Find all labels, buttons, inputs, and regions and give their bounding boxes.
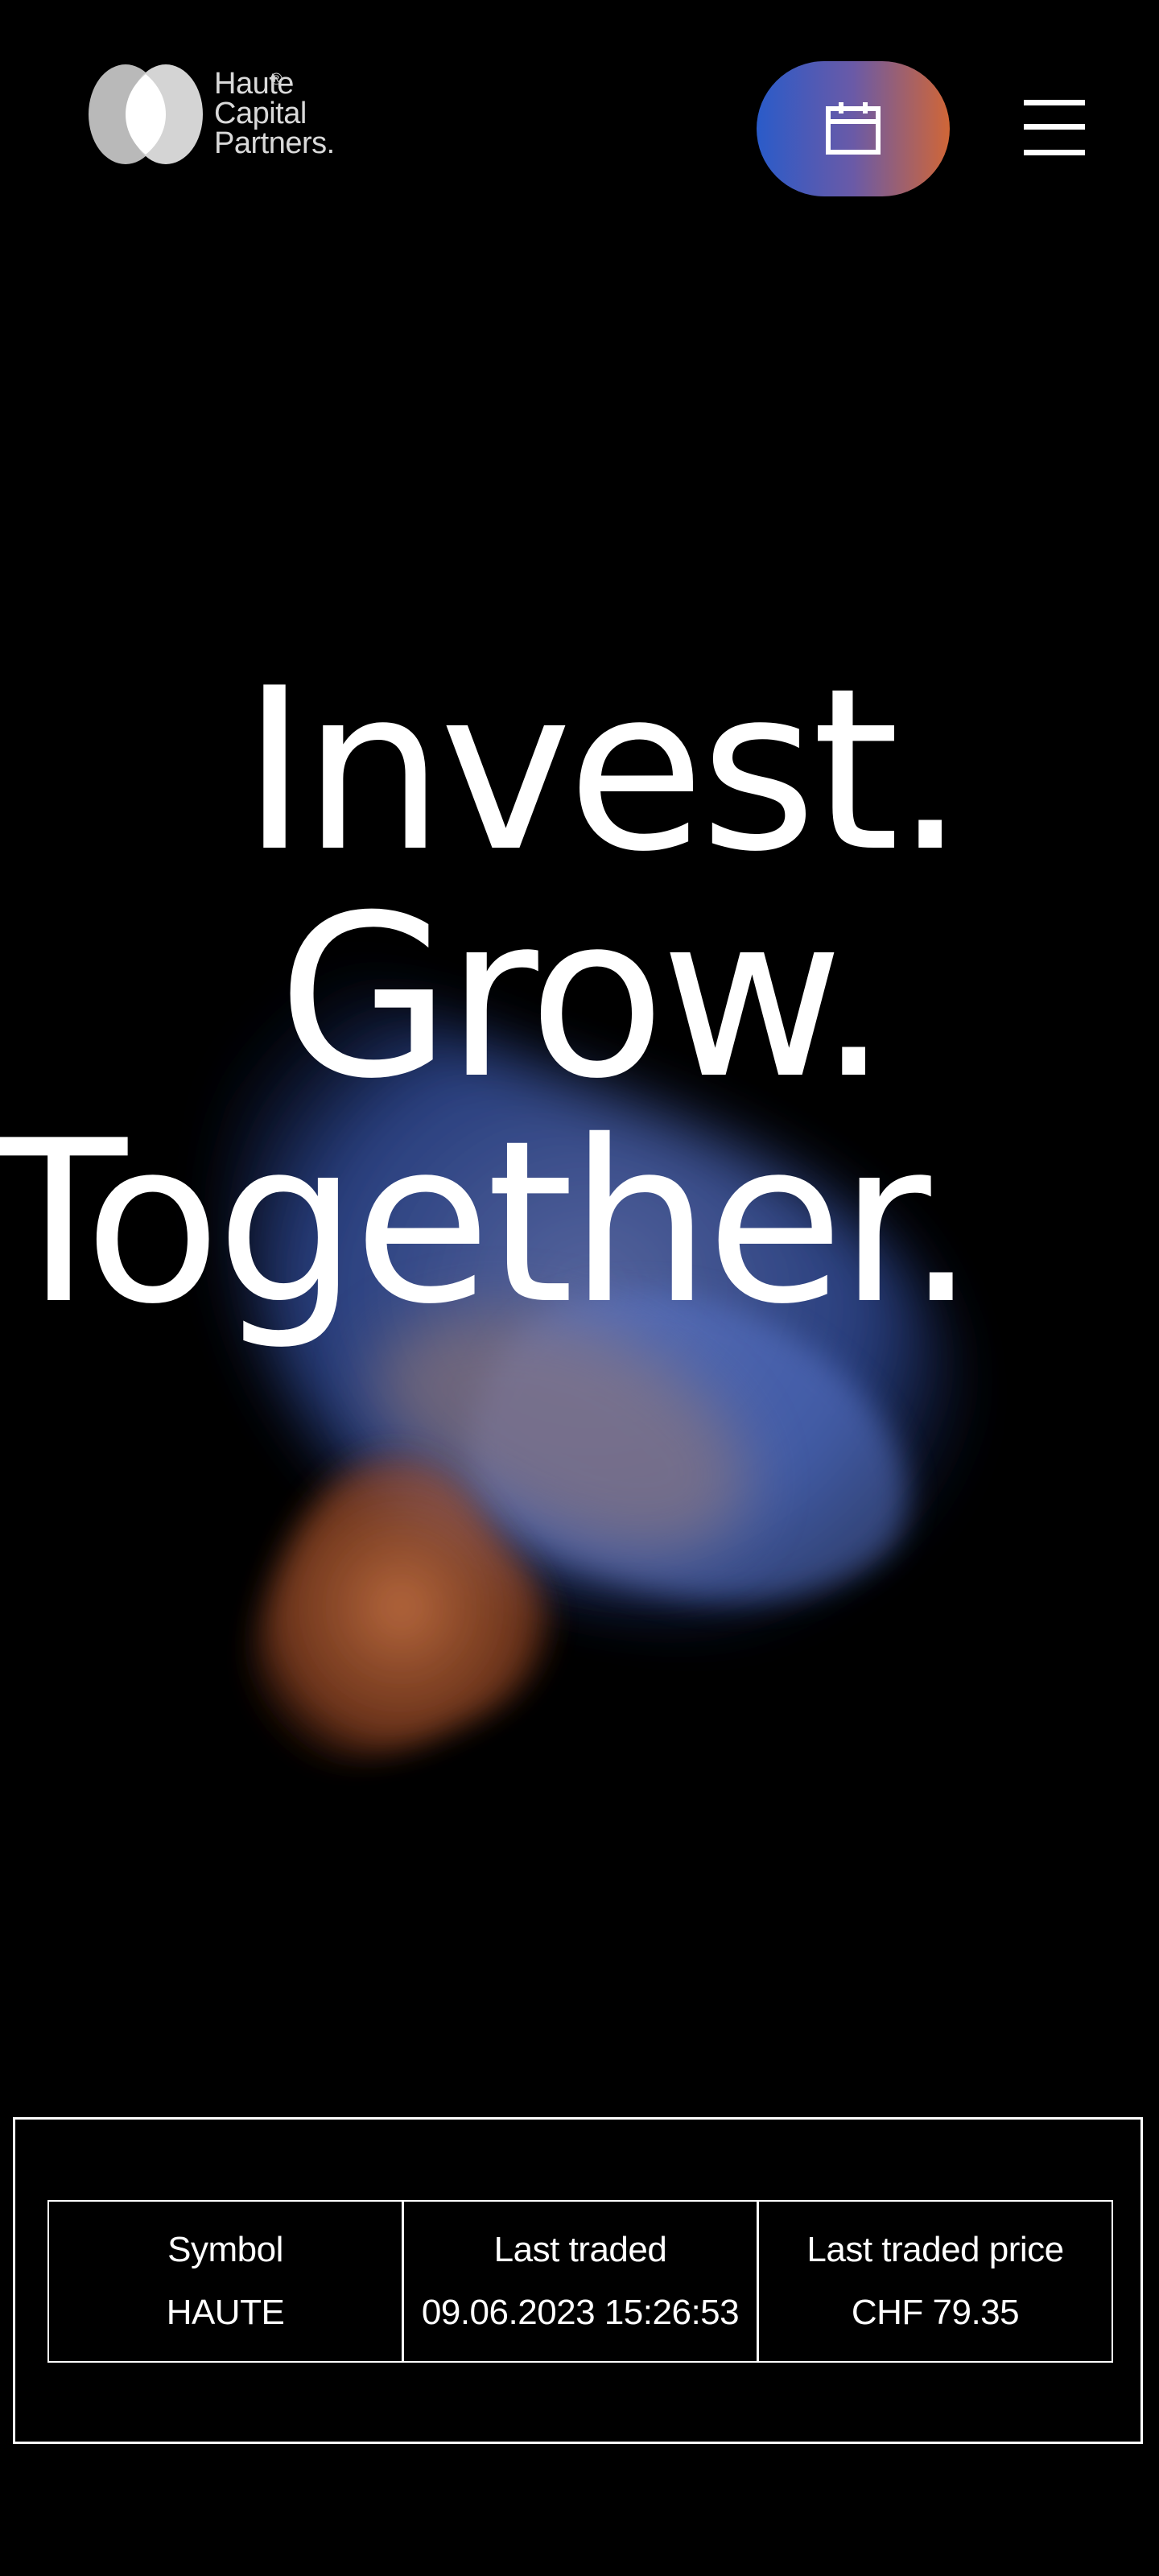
ticker-value-symbol: HAUTE xyxy=(166,2293,285,2332)
brand-logo[interactable]: Haute Capital Partners. ® xyxy=(85,61,351,166)
calendar-button[interactable] xyxy=(757,61,950,196)
stock-ticker-table: Symbol HAUTE Last traded 09.06.2023 15:2… xyxy=(47,2200,1113,2363)
hero-section: Invest. Grow. Together. xyxy=(0,258,1159,2093)
registered-mark: ® xyxy=(270,71,283,89)
stock-ticker-panel: Symbol HAUTE Last traded 09.06.2023 15:2… xyxy=(13,2117,1143,2444)
menu-button[interactable] xyxy=(1021,97,1088,161)
headline-line-3: Together. xyxy=(0,1092,977,1353)
headline-line-2: Grow. xyxy=(278,867,889,1128)
ticker-value-last-price: CHF 79.35 xyxy=(851,2293,1020,2332)
brand-name-line-3: Partners. xyxy=(214,126,335,160)
brand-name-line-2: Capital xyxy=(214,97,307,130)
headline-line-1: Invest. xyxy=(241,640,966,901)
ticker-label-symbol: Symbol xyxy=(167,2230,283,2269)
hero-headline: Invest. Grow. Together. xyxy=(0,258,1159,2093)
calendar-icon xyxy=(826,102,881,155)
ticker-cell-symbol: Symbol HAUTE xyxy=(49,2202,402,2361)
ticker-cell-last-traded: Last traded 09.06.2023 15:26:53 xyxy=(402,2202,757,2361)
ticker-label-last-traded: Last traded xyxy=(493,2230,667,2269)
logo-mark-icon xyxy=(89,64,203,164)
site-header: Haute Capital Partners. ® xyxy=(0,0,1159,258)
ticker-label-last-price: Last traded price xyxy=(806,2230,1064,2269)
ticker-cell-last-price: Last traded price CHF 79.35 xyxy=(757,2202,1112,2361)
ticker-value-last-traded: 09.06.2023 15:26:53 xyxy=(421,2293,740,2332)
